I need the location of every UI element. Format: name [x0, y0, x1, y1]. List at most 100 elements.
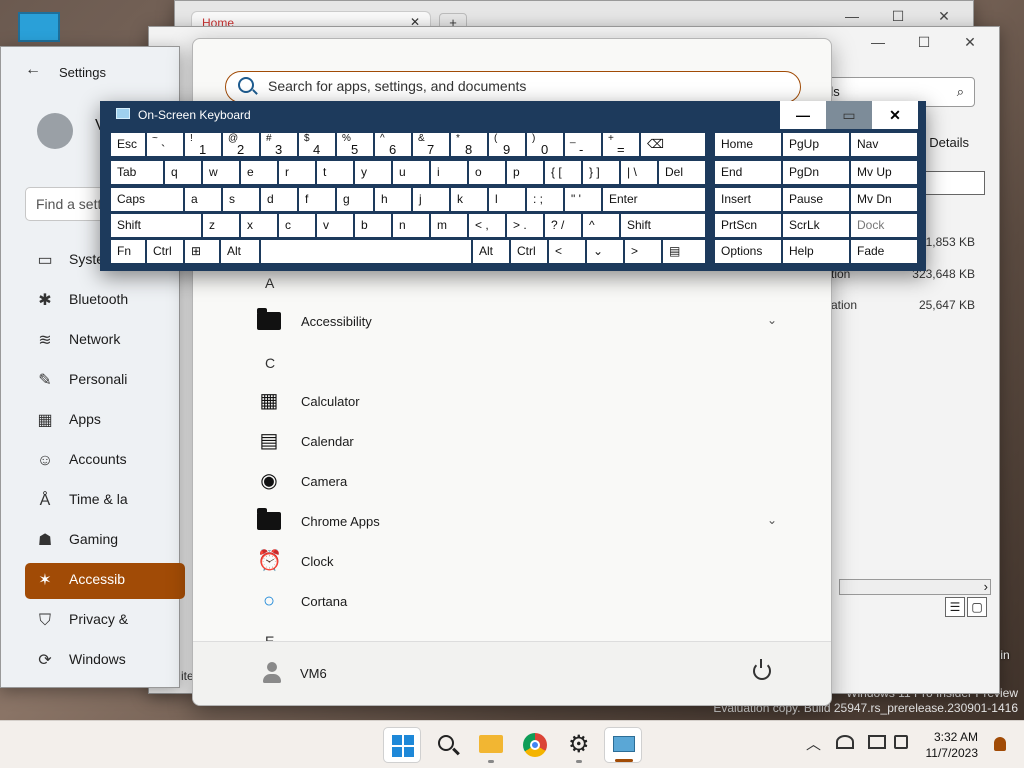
key-nav-1-2[interactable]: Mv Up [850, 160, 918, 185]
key-row5-4[interactable] [260, 239, 472, 264]
sidebar-item-accessibility[interactable]: ✶ Accessib [25, 563, 185, 599]
key-row1-1[interactable]: ~ ` [146, 132, 184, 157]
key-nav-4-0[interactable]: Options [714, 239, 782, 264]
key-row3-11[interactable]: " ' [564, 187, 602, 212]
taskbar-search-button[interactable] [428, 727, 466, 763]
key-row5-6[interactable]: Ctrl [510, 239, 548, 264]
key-row2-9[interactable]: o [468, 160, 506, 185]
key-row5-5[interactable]: Alt [472, 239, 510, 264]
key-row1-9[interactable]: * 8 [450, 132, 488, 157]
key-nav-2-0[interactable]: Insert [714, 187, 782, 212]
app-accessibility[interactable]: Accessibility ⌄ [257, 305, 777, 339]
key-row3-6[interactable]: h [374, 187, 412, 212]
key-row2-0[interactable]: Tab [110, 160, 164, 185]
display-icon[interactable] [868, 735, 886, 749]
key-row5-2[interactable]: ⊞ [184, 239, 220, 264]
maximize-button[interactable]: ☐ [901, 27, 947, 57]
key-row4-7[interactable]: m [430, 213, 468, 238]
key-row5-10[interactable]: ▤ [662, 239, 706, 264]
key-row4-3[interactable]: c [278, 213, 316, 238]
key-nav-4-2[interactable]: Fade [850, 239, 918, 264]
key-row2-13[interactable]: | \ [620, 160, 658, 185]
notification-bell-icon[interactable] [994, 737, 1006, 751]
key-nav-0-1[interactable]: PgUp [782, 132, 850, 157]
key-row1-5[interactable]: $4 [298, 132, 336, 157]
key-row1-2[interactable]: ! 1 [184, 132, 222, 157]
key-row2-14[interactable]: Del [658, 160, 706, 185]
key-row3-9[interactable]: l [488, 187, 526, 212]
key-nav-2-1[interactable]: Pause [782, 187, 850, 212]
key-row2-11[interactable]: { [ [544, 160, 582, 185]
sidebar-item-apps[interactable]: ▦ Apps [25, 403, 185, 439]
sidebar-item-accounts[interactable]: ☺ Accounts [25, 443, 185, 479]
key-row5-3[interactable]: Alt [220, 239, 260, 264]
key-row2-1[interactable]: q [164, 160, 202, 185]
key-row1-7[interactable]: ^ 6 [374, 132, 412, 157]
key-row4-1[interactable]: z [202, 213, 240, 238]
close-button[interactable]: ✕ [947, 27, 993, 57]
key-row3-10[interactable]: : ; [526, 187, 564, 212]
key-row1-13[interactable]: + = [602, 132, 640, 157]
letter-header[interactable]: A [265, 275, 274, 291]
key-row2-3[interactable]: e [240, 160, 278, 185]
sidebar-item-personalization[interactable]: ✎ Personali [25, 363, 185, 399]
start-button[interactable] [383, 727, 421, 763]
key-row2-2[interactable]: w [202, 160, 240, 185]
letter-header[interactable]: C [265, 355, 275, 371]
sidebar-item-windows-update[interactable]: ⟳ Windows [25, 643, 185, 679]
desktop-icon[interactable] [18, 12, 60, 42]
key-nav-1-0[interactable]: End [714, 160, 782, 185]
volume-muted-icon[interactable] [894, 735, 908, 749]
key-row2-12[interactable]: } ] [582, 160, 620, 185]
key-row4-6[interactable]: n [392, 213, 430, 238]
key-row2-10[interactable]: p [506, 160, 544, 185]
key-row1-11[interactable]: ) 0 [526, 132, 564, 157]
app-calendar[interactable]: ▤ Calendar [257, 425, 777, 459]
key-row1-10[interactable]: (9 [488, 132, 526, 157]
key-nav-4-1[interactable]: Help [782, 239, 850, 264]
app-camera[interactable]: ◉ Camera [257, 465, 777, 499]
key-row4-8[interactable]: < , [468, 213, 506, 238]
key-row1-12[interactable]: _ - [564, 132, 602, 157]
sidebar-item-bluetooth[interactable]: ✱ Bluetooth [25, 283, 185, 319]
key-row1-4[interactable]: #3 [260, 132, 298, 157]
network-off-icon[interactable] [836, 735, 854, 749]
sidebar-item-time-language[interactable]: Å Time & la [25, 483, 185, 519]
start-search-input[interactable]: Search for apps, settings, and documents [225, 71, 801, 103]
app-cortana[interactable]: ○ Cortana [257, 585, 777, 619]
key-row4-12[interactable]: Shift [620, 213, 706, 238]
taskbar-on-screen-keyboard[interactable] [604, 727, 642, 763]
scroll-right-icon[interactable]: › [984, 579, 988, 594]
back-arrow-icon[interactable]: ← [25, 61, 41, 79]
key-row5-7[interactable]: < [548, 239, 586, 264]
key-row4-4[interactable]: v [316, 213, 354, 238]
key-row2-6[interactable]: y [354, 160, 392, 185]
sidebar-item-network[interactable]: ≋ Network [25, 323, 185, 359]
key-row3-0[interactable]: Caps [110, 187, 184, 212]
tray-chevron-icon[interactable]: ︿ [806, 733, 821, 754]
key-nav-3-0[interactable]: PrtScn [714, 213, 782, 238]
key-row2-7[interactable]: u [392, 160, 430, 185]
user-avatar-icon[interactable] [263, 662, 281, 684]
close-button[interactable]: ✕ [872, 101, 918, 129]
key-nav-3-2[interactable]: Dock [850, 213, 918, 238]
key-row3-7[interactable]: j [412, 187, 450, 212]
key-nav-2-2[interactable]: Mv Dn [850, 187, 918, 212]
chevron-down-icon[interactable]: ⌄ [767, 513, 777, 527]
key-row5-0[interactable]: Fn [110, 239, 146, 264]
key-row3-4[interactable]: f [298, 187, 336, 212]
clock[interactable]: 3:32 AM 11/7/2023 [926, 729, 979, 761]
key-nav-0-0[interactable]: Home [714, 132, 782, 157]
minimize-button[interactable]: — [855, 27, 901, 57]
key-row4-0[interactable]: Shift [110, 213, 202, 238]
key-row1-14[interactable]: ⌫ [640, 132, 706, 157]
key-nav-3-1[interactable]: ScrLk [782, 213, 850, 238]
details-button[interactable]: Details [929, 135, 969, 150]
taskbar-settings[interactable]: ⚙ [560, 727, 598, 763]
key-row1-3[interactable]: @2 [222, 132, 260, 157]
key-row5-1[interactable]: Ctrl [146, 239, 184, 264]
minimize-button[interactable]: — [780, 101, 826, 129]
list-view-icon[interactable]: ☰ [945, 597, 965, 617]
key-row4-2[interactable]: x [240, 213, 278, 238]
key-row4-11[interactable]: ^ [582, 213, 620, 238]
